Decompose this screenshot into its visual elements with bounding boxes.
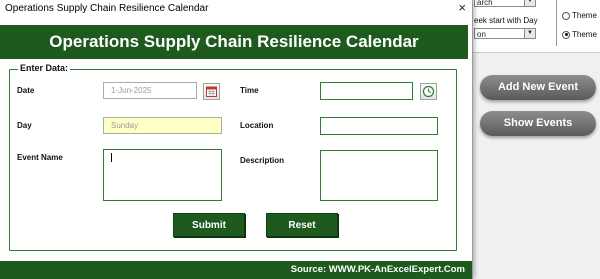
time-field[interactable] [320,82,413,100]
background-theme-label-2: Theme [572,30,597,39]
reset-button[interactable]: Reset [266,213,338,237]
footer-source: Source: WWW.PK-AnExcelExpert.Com [290,264,465,275]
enter-data-title: Enter Data: [18,63,71,73]
background-week-start-label: eek start with Day [474,16,538,25]
time-label: Time [240,86,259,95]
footer-bar: Source: WWW.PK-AnExcelExpert.Com [0,261,472,279]
description-field[interactable] [320,150,438,201]
event-entry-dialog: Operations Supply Chain Resilience Calen… [0,0,473,279]
background-theme-option-1[interactable]: Theme [562,11,597,20]
banner-title: Operations Supply Chain Resilience Calen… [0,25,468,59]
event-name-label: Event Name [17,153,63,162]
background-theme-label-1: Theme [572,11,597,20]
date-field[interactable]: 1-Jun-2025 [103,82,197,99]
dialog-titlebar: Operations Supply Chain Resilience Calen… [0,0,472,18]
add-new-event-button[interactable]: Add New Event [480,75,596,100]
background-week-start-value: on [477,30,486,39]
date-label: Date [17,86,35,95]
calendar-icon [206,86,217,97]
show-events-button[interactable]: Show Events [480,111,596,136]
background-month-dropdown[interactable]: arch ▼ [474,0,536,7]
chevron-down-icon: ▼ [524,0,535,6]
background-week-start-dropdown[interactable]: on ▼ [474,28,536,39]
location-label: Location [240,121,274,130]
radio-selected-icon [562,30,570,39]
description-label: Description [240,156,285,165]
day-label: Day [17,121,32,130]
date-picker-button[interactable] [203,83,220,100]
background-theme-option-2[interactable]: Theme [562,30,597,39]
text-cursor [111,153,112,162]
event-name-field[interactable] [103,149,222,201]
background-theme-panel [556,0,600,46]
close-icon[interactable]: × [458,1,466,15]
chevron-down-icon: ▼ [524,29,535,38]
background-month-dropdown-value: arch [477,0,493,7]
submit-button[interactable]: Submit [173,213,245,237]
clock-icon [422,85,435,98]
day-field[interactable]: Sunday [103,117,222,134]
radio-icon [562,11,570,20]
dialog-title: Operations Supply Chain Resilience Calen… [5,3,209,14]
location-field[interactable] [320,117,438,135]
time-picker-button[interactable] [420,83,437,100]
